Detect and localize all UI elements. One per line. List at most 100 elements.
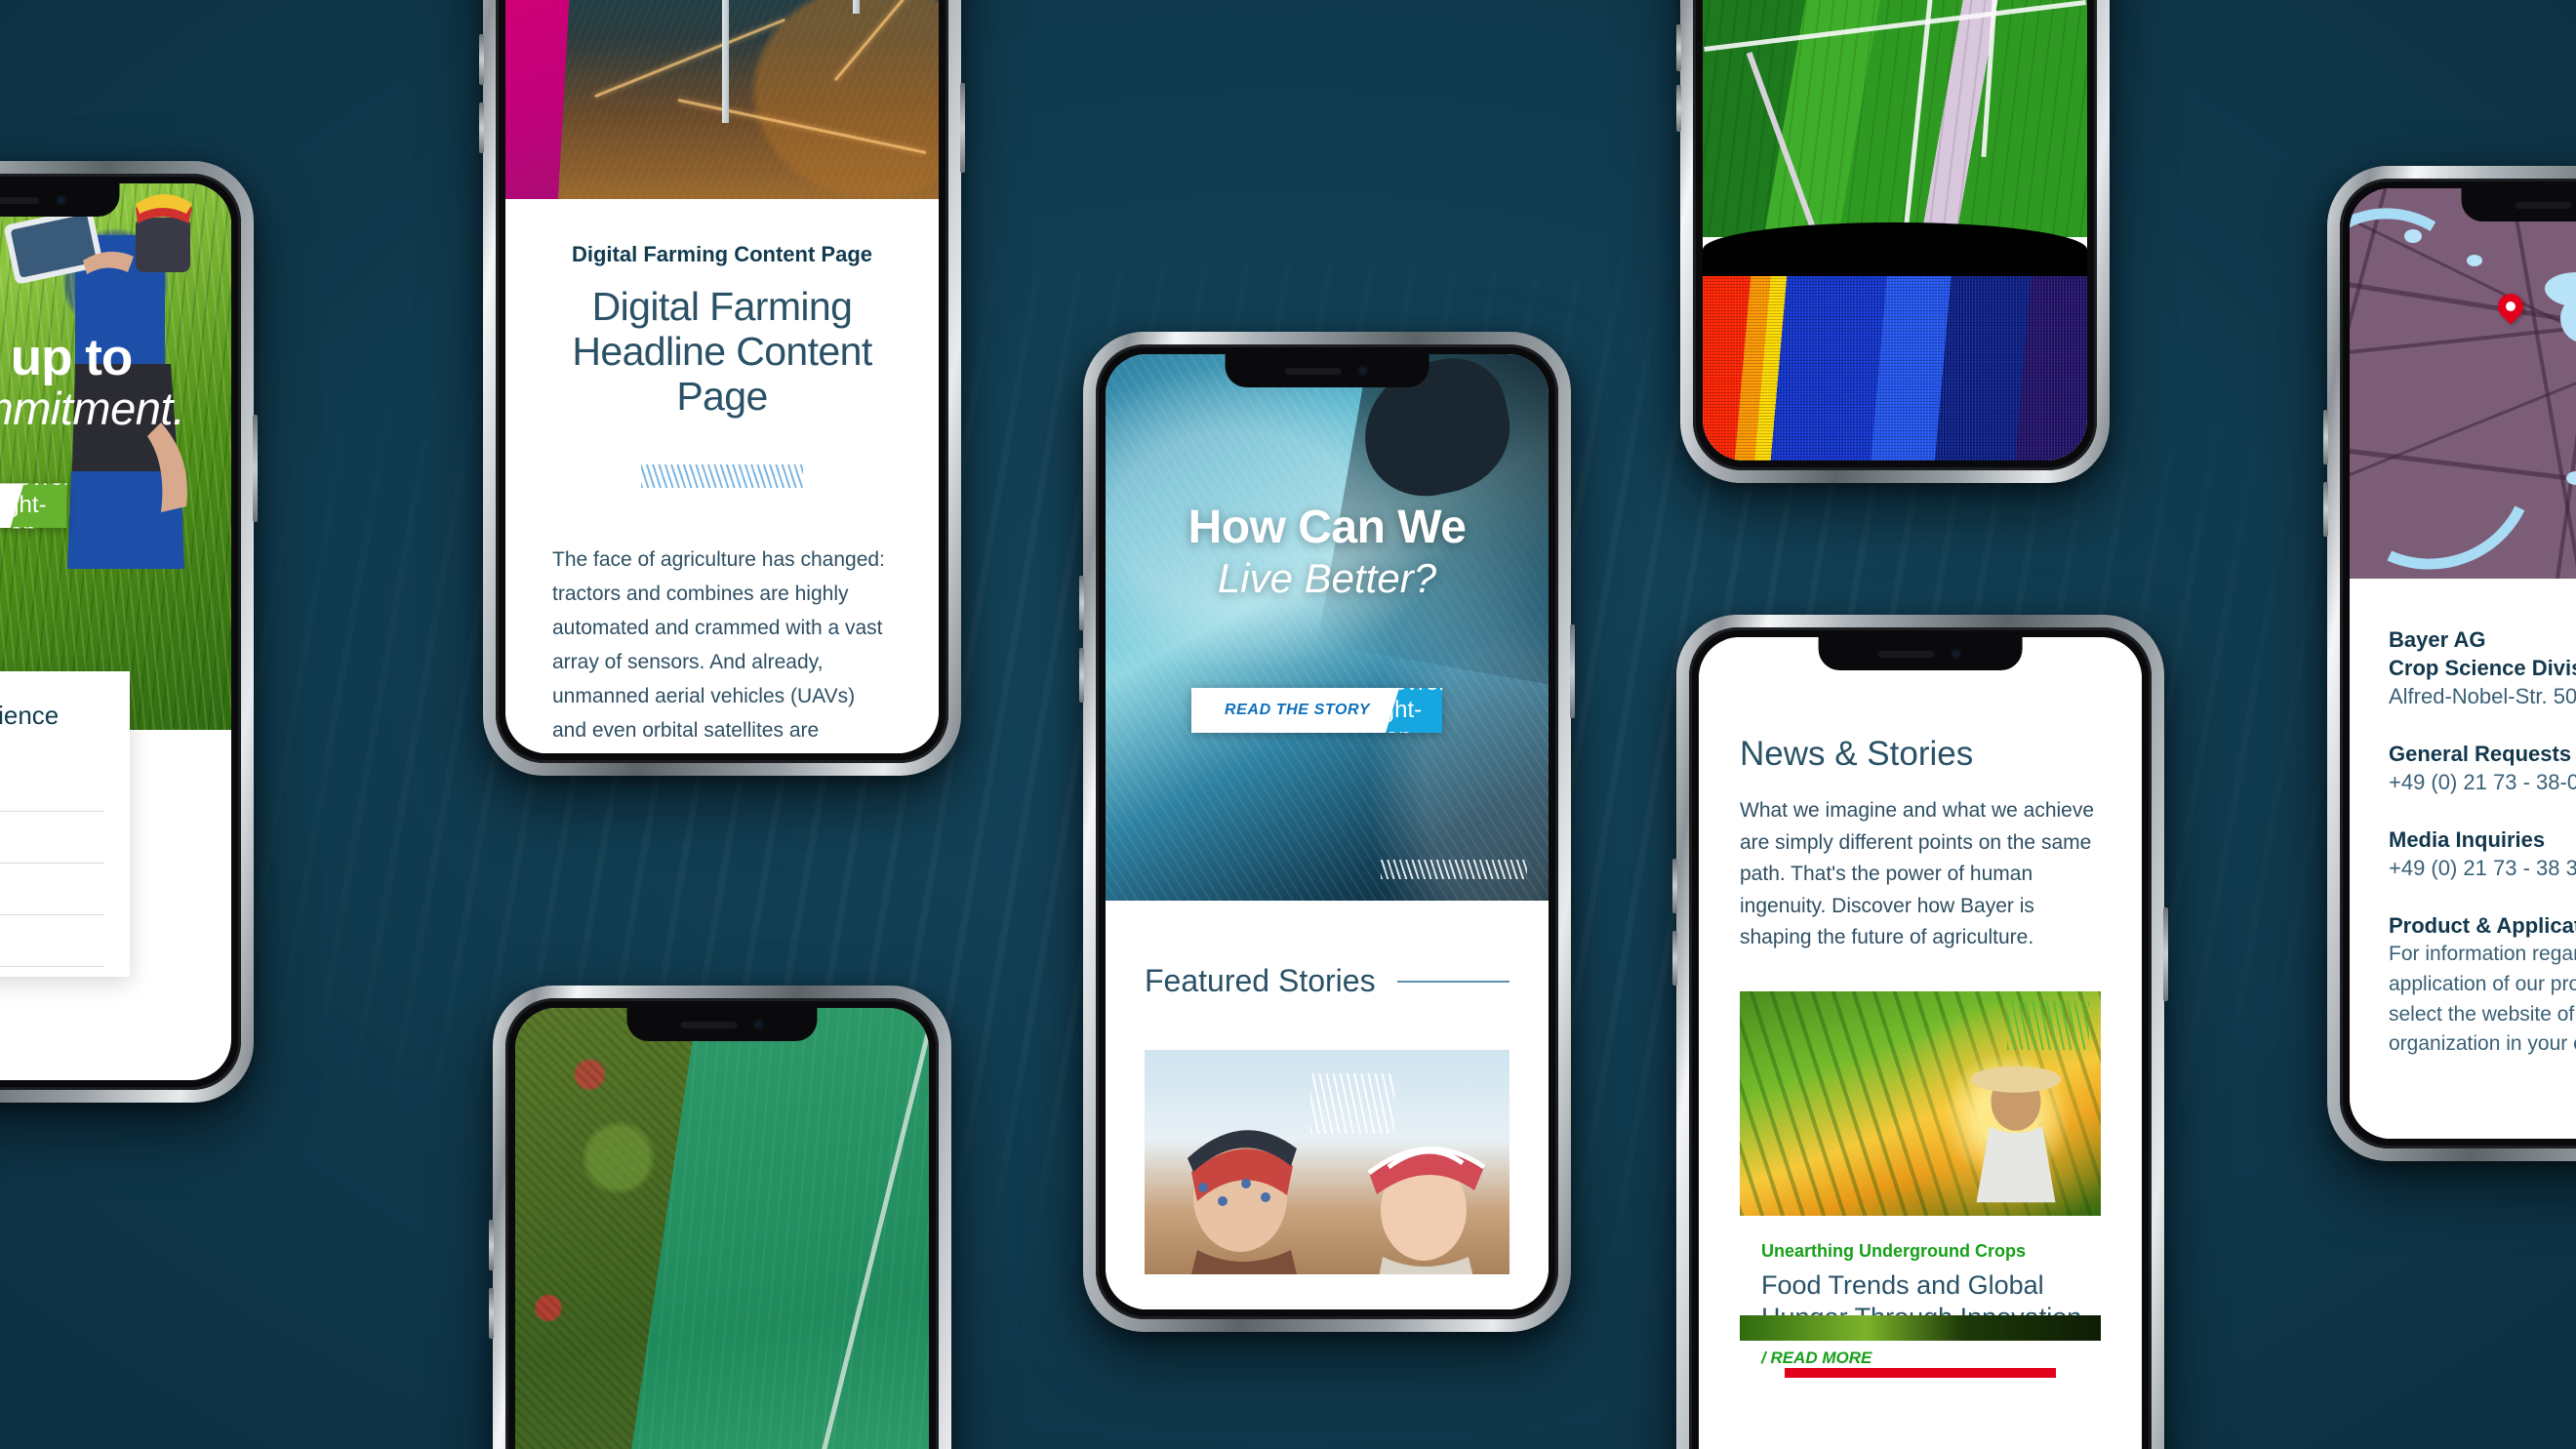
earpiece-speaker-icon [680, 1021, 737, 1028]
about-hero: About Us Living up to our commitment. LE… [0, 183, 231, 730]
ndvi-noise-texture [1703, 276, 2087, 461]
news-intro-text: What we imagine and what we achieve are … [1740, 799, 2095, 949]
volume-down-button[interactable] [489, 1288, 494, 1339]
product-application-text: For information regarding the applicatio… [2389, 943, 2576, 1056]
wind-turbine-icon [802, 0, 919, 18]
product-application-label: Product & Application Info [2389, 913, 2576, 939]
aerial-image-viewport [1703, 0, 2087, 461]
front-camera-icon [1950, 648, 1962, 660]
volume-down-button[interactable] [2323, 482, 2328, 537]
news-card[interactable]: Unearthing Underground Crops Food Trends… [1740, 990, 2101, 1379]
news-section-title: News & Stories [1740, 735, 1974, 773]
aerial-field-photo [1703, 0, 2087, 239]
phone-aerial-imagery [1676, 0, 2110, 483]
about-kicker: About Us [0, 301, 184, 320]
digital-farming-headline-2: Headline Content Page [572, 328, 872, 419]
power-button[interactable] [960, 83, 965, 173]
phone-bezel: Digital Farming Content Page Digital Far… [496, 0, 948, 763]
aerial-landscape-photo [558, 0, 939, 199]
phone-bezel: ‹ › Slide to Compare Images [505, 998, 939, 1449]
learn-more-button[interactable]: LEARN MORE chevron-right-icon [0, 483, 67, 529]
front-camera-icon [1356, 365, 1369, 377]
earpiece-speaker-icon [1877, 650, 1935, 658]
phone-contact: Bayer AG Crop Science Division Alfred-No… [2323, 166, 2576, 1161]
field-boundary-lines [1703, 0, 2087, 239]
screen-image-compare: ‹ › Slide to Compare Images [515, 1008, 929, 1449]
phone-about-us: About Us Living up to our commitment. LE… [0, 161, 258, 1103]
media-inquiries-label: Media Inquiries [2389, 827, 2546, 853]
contact-company: Bayer AG [2389, 627, 2486, 652]
screen-aerial-imagery [1703, 0, 2087, 461]
featured-stories-header: Featured Stories [1145, 963, 1509, 999]
next-card-preview-strip [1740, 1315, 2101, 1342]
general-requests-label: General Requests [2389, 742, 2572, 767]
volume-up-button[interactable] [479, 34, 484, 85]
screen-digital-farming: Digital Farming Content Page Digital Far… [505, 0, 939, 753]
hatch-divider-icon [641, 463, 803, 488]
news-card-kicker: Unearthing Underground Crops [1761, 1240, 2026, 1261]
featured-story-image[interactable] [1145, 1050, 1509, 1274]
notch [1225, 354, 1429, 387]
digital-farming-headline-1: Digital Farming [591, 284, 853, 329]
lake-shape [2467, 255, 2482, 266]
digital-farming-body-text: The face of agriculture has changed: tra… [552, 547, 885, 743]
screen-contact: Bayer AG Crop Science Division Alfred-No… [2350, 188, 2576, 1139]
phone-digital-farming: Digital Farming Content Page Digital Far… [479, 0, 965, 776]
news-card-read-more-link[interactable]: / READ MORE [1761, 1348, 2099, 1368]
earpiece-speaker-icon [2515, 201, 2571, 209]
phone-bezel: Bayer AG Crop Science Division Alfred-No… [2340, 179, 2576, 1148]
volume-down-button[interactable] [1676, 85, 1681, 132]
digital-farming-kicker: Digital Farming Content Page [571, 242, 873, 266]
contact-division: Crop Science Division [2389, 656, 2576, 681]
location-map[interactable] [2350, 188, 2576, 579]
child-photo-right [1367, 1147, 1486, 1274]
media-inquiries-phone[interactable]: +49 (0) 21 73 - 38 30 34 [2389, 854, 2576, 882]
earpiece-speaker-icon [0, 196, 39, 204]
notch [1818, 637, 2023, 670]
about-link-transparency[interactable]: Transparency › [0, 812, 104, 864]
volume-down-button[interactable] [1079, 648, 1084, 703]
about-hero-copy: About Us Living up to our commitment. LE… [0, 301, 185, 529]
read-the-story-button[interactable]: READ THE STORY chevron-right-icon [1191, 688, 1443, 733]
brand-accent-bar [1785, 1368, 2056, 1379]
child-photo-left [1187, 1130, 1297, 1274]
news-card-text: Unearthing Underground Crops Food Trends… [1740, 1216, 2101, 1369]
compare-viewport[interactable]: ‹ › Slide to Compare Images [515, 1008, 929, 1449]
homepage-headline-2: Live Better? [1217, 555, 1437, 601]
screen-homepage: How Can We Live Better? READ THE STORY c… [1106, 354, 1549, 1309]
hatch-accent-icon [1381, 860, 1527, 879]
notch [2461, 188, 2576, 221]
notch [626, 1008, 818, 1041]
farmer-photo [1970, 1066, 2062, 1202]
about-link-commitments[interactable]: Commitments › [0, 760, 104, 812]
earpiece-speaker-icon [1284, 367, 1342, 375]
phone-homepage: How Can We Live Better? READ THE STORY c… [1079, 332, 1575, 1332]
notch [0, 183, 120, 217]
phone-bezel: News & Stories What we imagine and what … [1689, 627, 2152, 1449]
volume-up-button[interactable] [1676, 24, 1681, 71]
front-camera-icon [752, 1019, 764, 1030]
volume-down-button[interactable] [479, 102, 484, 153]
news-card-image [1740, 990, 2101, 1216]
volume-up-button[interactable] [1672, 859, 1677, 913]
phone-bezel: How Can We Live Better? READ THE STORY c… [1096, 344, 1558, 1319]
screen-about-us: About Us Living up to our commitment. LE… [0, 183, 231, 1080]
volume-down-button[interactable] [1672, 931, 1677, 986]
front-camera-icon [55, 194, 66, 206]
about-link-products[interactable]: Products › [0, 915, 104, 967]
power-button[interactable] [2163, 907, 2168, 1001]
wind-turbine-hero [505, 0, 939, 199]
power-button[interactable] [1570, 624, 1575, 718]
about-link-innovation-pipeline[interactable]: Innovation Pipeline › [0, 864, 104, 915]
power-button[interactable] [253, 415, 258, 522]
about-headline-2: our commitment. [0, 382, 185, 435]
read-the-story-button-wrap: READ THE STORY chevron-right-icon [1191, 637, 1443, 733]
general-requests-phone[interactable]: +49 (0) 21 73 - 38-0 [2389, 768, 2576, 796]
volume-up-button[interactable] [2323, 410, 2328, 464]
wind-turbine-icon [665, 0, 792, 125]
volume-up-button[interactable] [489, 1220, 494, 1270]
phone-bezel: About Us Living up to our commitment. LE… [0, 174, 241, 1090]
header-rule [1396, 980, 1509, 983]
volume-up-button[interactable] [1079, 576, 1084, 630]
